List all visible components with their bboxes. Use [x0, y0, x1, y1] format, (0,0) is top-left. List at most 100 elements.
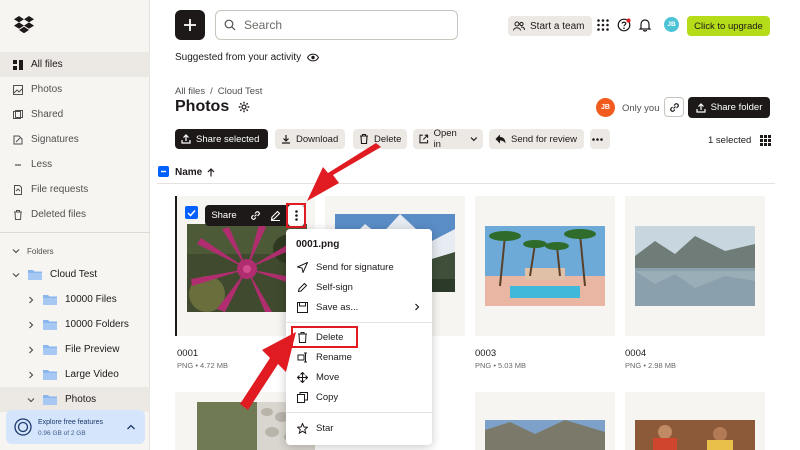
more-actions-button[interactable]	[590, 129, 610, 149]
chevron-right-icon[interactable]	[27, 296, 35, 304]
tree-item-10000-files[interactable]: 10000 Files	[0, 287, 150, 312]
send-for-review-button[interactable]: Send for review	[489, 129, 584, 149]
chevron-down-icon[interactable]	[12, 247, 20, 255]
tree-item-10000-folders[interactable]: 10000 Folders	[0, 312, 150, 337]
sidebar-item-label: Shared	[31, 109, 64, 120]
sidebar-item-signatures[interactable]: Signatures	[0, 127, 150, 152]
sharing-status: Only you	[622, 103, 660, 114]
search-box[interactable]	[215, 10, 458, 40]
eye-icon[interactable]	[307, 53, 320, 62]
save-as-icon	[297, 301, 308, 313]
star-icon	[297, 422, 308, 434]
open-in-label: Open in	[433, 128, 457, 150]
link-icon	[669, 102, 679, 112]
select-all-checkbox[interactable]	[158, 166, 169, 177]
lake-thumbnail	[635, 226, 755, 306]
bell-icon[interactable]	[638, 18, 652, 32]
menu-item-self-sign[interactable]: Self-sign	[286, 277, 432, 297]
breadcrumb-cloud-test[interactable]: Cloud Test	[218, 86, 263, 97]
file-card-row2-3[interactable]	[475, 392, 615, 450]
create-new-button[interactable]	[175, 10, 205, 40]
owner-avatar[interactable]: JB	[596, 98, 615, 117]
gear-icon[interactable]	[238, 101, 250, 113]
page-title-wrap: Photos	[175, 98, 250, 116]
explore-features-banner[interactable]: Explore free features 0.96 GB of 2 GB	[6, 410, 145, 444]
chevron-right-icon[interactable]	[27, 371, 35, 379]
grid-view-icon[interactable]	[760, 135, 771, 146]
less-icon	[12, 159, 23, 170]
tree-item-photos[interactable]: Photos	[0, 387, 150, 412]
more-horizontal-icon	[592, 137, 603, 141]
tree-item-cloud-test[interactable]: Cloud Test	[0, 262, 150, 287]
arrow-up-icon	[207, 168, 215, 177]
link-icon[interactable]	[250, 210, 261, 221]
file-card-0004[interactable]: 0004 PNG • 2.98 MB	[625, 196, 765, 370]
user-avatar[interactable]: JB	[664, 17, 679, 32]
open-in-button[interactable]: Open in	[413, 128, 483, 150]
search-input[interactable]	[244, 18, 444, 32]
sidebar-item-less[interactable]: Less	[0, 152, 150, 177]
sidebar: All files Photos Shared Signatures Less …	[0, 0, 150, 450]
search-icon	[224, 19, 236, 31]
file-meta: PNG • 4.72 MB	[177, 361, 228, 370]
open-external-icon	[419, 134, 429, 144]
upgrade-button[interactable]: Click to upgrade	[687, 16, 770, 36]
share-icon	[696, 102, 706, 113]
chevron-down-icon[interactable]	[27, 396, 35, 404]
menu-item-save-as[interactable]: Save as...	[286, 297, 432, 317]
tree-item-label: File Preview	[65, 344, 120, 355]
chevron-right-icon[interactable]	[27, 346, 35, 354]
file-card-0003[interactable]: 0003 PNG • 5.03 MB	[475, 196, 615, 370]
photo-icon	[12, 84, 23, 95]
file-card-row2-4[interactable]	[625, 392, 765, 450]
tree-item-file-preview[interactable]: File Preview	[0, 337, 150, 362]
folder-icon	[43, 345, 57, 355]
breadcrumb-all-files[interactable]: All files	[175, 86, 205, 97]
name-column-header[interactable]: Name	[175, 167, 215, 178]
suggested-activity[interactable]: Suggested from your activity	[175, 52, 320, 63]
file-select-checkbox[interactable]	[185, 206, 198, 219]
chevron-up-icon[interactable]	[126, 422, 136, 432]
app-grid-icon[interactable]	[596, 18, 610, 32]
share-folder-button[interactable]: Share folder	[688, 97, 770, 118]
chevron-right-icon[interactable]	[27, 321, 35, 329]
sidebar-item-label: Deleted files	[31, 209, 87, 220]
tree-item-large-video[interactable]: Large Video	[0, 362, 150, 387]
file-name[interactable]: 0004	[625, 348, 646, 359]
help-icon[interactable]	[617, 18, 631, 32]
start-team-button[interactable]: Start a team	[508, 16, 592, 36]
pencil-icon[interactable]	[270, 210, 281, 221]
sidebar-divider	[0, 232, 150, 233]
sidebar-item-all-files[interactable]: All files	[0, 52, 150, 77]
shared-icon	[12, 109, 23, 120]
selected-count: 1 selected	[708, 135, 752, 146]
chevron-down-icon[interactable]	[12, 271, 20, 279]
share-folder-label: Share folder	[710, 102, 763, 113]
sidebar-item-shared[interactable]: Shared	[0, 102, 150, 127]
menu-item-move[interactable]: Move	[286, 367, 432, 387]
share-icon	[181, 134, 191, 144]
breadcrumb-separator: /	[210, 86, 213, 97]
menu-item-label: Send for signature	[316, 261, 394, 273]
copy-link-button[interactable]	[664, 97, 684, 117]
valley-thumbnail	[485, 420, 605, 450]
quick-share-button[interactable]: Share	[205, 205, 243, 226]
menu-item-label: Save as...	[316, 301, 359, 313]
menu-item-star[interactable]: Star	[286, 418, 432, 438]
share-selected-label: Share selected	[196, 133, 260, 145]
sidebar-item-file-requests[interactable]: File requests	[0, 177, 150, 202]
dropbox-logo-icon[interactable]	[14, 16, 34, 34]
menu-item-copy[interactable]: Copy	[286, 387, 432, 407]
sidebar-item-photos[interactable]: Photos	[0, 77, 150, 102]
annotation-arrow-icon	[307, 143, 381, 201]
menu-item-rename[interactable]: Rename	[286, 347, 432, 367]
sidebar-item-deleted-files[interactable]: Deleted files	[0, 202, 150, 227]
name-column-label: Name	[175, 167, 203, 178]
file-name[interactable]: 0003	[475, 348, 496, 359]
share-selected-button[interactable]: Share selected	[175, 129, 268, 149]
menu-item-send-for-signature[interactable]: Send for signature	[286, 257, 432, 277]
tree-item-label: Cloud Test	[50, 269, 98, 280]
menu-item-label: Copy	[316, 391, 339, 403]
file-name[interactable]: 0001	[177, 348, 198, 359]
plus-icon	[184, 19, 196, 31]
